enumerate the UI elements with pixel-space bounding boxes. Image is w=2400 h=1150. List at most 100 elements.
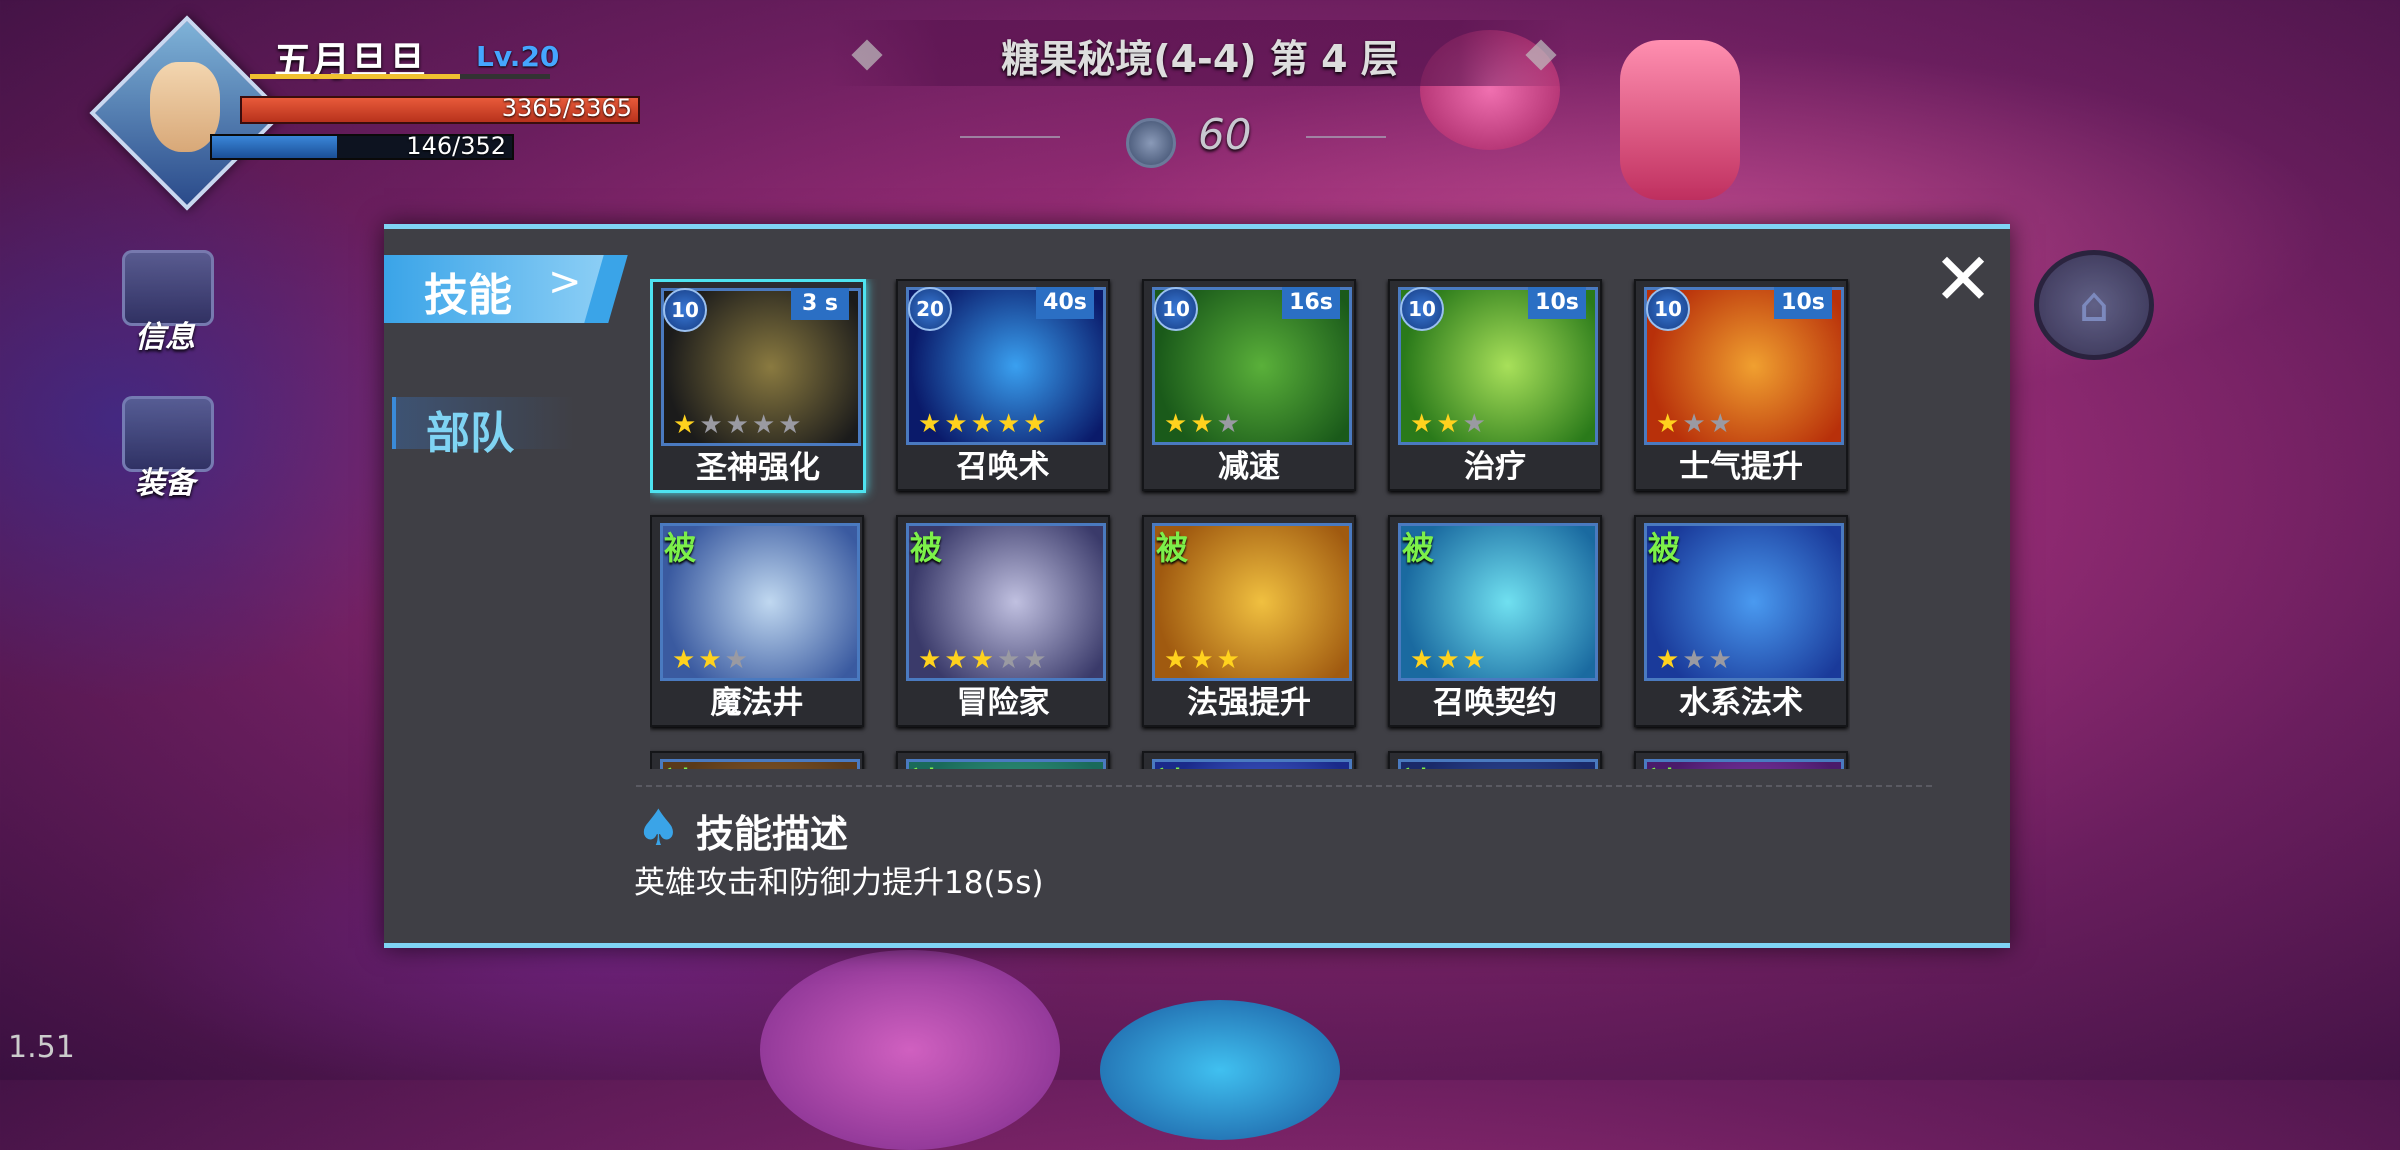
passive-badge: 被 — [1402, 759, 1434, 769]
version-label: 1.51 — [8, 1030, 75, 1065]
skill-card[interactable]: 10 3 s ★★★★★ 圣神强化 — [650, 279, 866, 493]
skill-grid: 10 3 s ★★★★★ 圣神强化 20 40s ★★★★★ 召唤术 10 16s ★★★ 减速 10 1… — [650, 279, 1850, 769]
star-icon: ★ — [1462, 645, 1489, 675]
star-icon: ★ — [672, 645, 699, 675]
chevron-right-icon: > — [548, 259, 582, 305]
xp-bar — [250, 74, 550, 79]
passive-badge: 被 — [1156, 529, 1189, 567]
candy-decoration — [1620, 40, 1740, 200]
skill-name: 水系法术 — [1679, 685, 1803, 721]
star-icon: ★ — [996, 645, 1024, 675]
spade-icon: ♠ — [636, 799, 681, 857]
skill-cooldown: 16s — [1282, 287, 1340, 319]
skill-level-badge: 10 — [663, 288, 707, 332]
mp-value: 146/352 — [406, 132, 506, 160]
star-icon: ★ — [699, 410, 726, 440]
star-icon: ★ — [970, 645, 997, 675]
skill-card[interactable]: 被 — [1388, 751, 1602, 769]
candy-decoration — [1100, 1000, 1340, 1140]
skill-card[interactable]: 被 ★★★ 水系法术 — [1634, 515, 1848, 727]
skill-cooldown: 40s — [1036, 287, 1094, 319]
star-icon: ★ — [944, 645, 971, 675]
skill-name: 减速 — [1218, 449, 1280, 485]
star-icon: ★ — [1682, 645, 1709, 675]
skill-card[interactable]: 被 ★★★ 召唤契约 — [1388, 515, 1602, 727]
star-icon: ★ — [1164, 645, 1191, 675]
skill-card[interactable]: 被 — [1634, 751, 1848, 769]
skill-name: 治疗 — [1464, 449, 1526, 485]
hp-value: 3365/3365 — [501, 94, 632, 122]
divider-line — [636, 785, 1932, 787]
star-icon: ★ — [1656, 409, 1683, 439]
skill-card[interactable]: 20 40s ★★★★★ 召唤术 — [896, 279, 1110, 491]
star-icon: ★ — [1436, 645, 1463, 675]
star-icon: ★ — [970, 409, 997, 439]
star-icon: ★ — [725, 410, 752, 440]
skill-level-badge: 10 — [1400, 287, 1444, 331]
player-level: Lv.20 — [476, 40, 560, 73]
skill-level-badge: 20 — [908, 287, 952, 331]
star-icon: ★ — [1462, 409, 1489, 439]
skill-card[interactable]: 被 ★★★ 法强提升 — [1142, 515, 1356, 727]
skill-name: 法强提升 — [1187, 685, 1311, 721]
star-icon: ★ — [1216, 409, 1243, 439]
passive-badge: 被 — [910, 529, 943, 567]
star-icon: ★ — [1436, 409, 1463, 439]
gem-currency-icon — [1126, 118, 1176, 168]
skill-name: 冒险家 — [956, 685, 1050, 721]
skill-cooldown: 10s — [1528, 287, 1586, 319]
skill-card[interactable]: 被 ★★★ 魔法井 — [650, 515, 864, 727]
star-rating: ★★★ — [1410, 409, 1489, 439]
star-icon: ★ — [944, 409, 971, 439]
skill-dialog: 技能 > 部队 ✕ 10 3 s ★★★★★ 圣神强化 20 40s ★★★★★ 召唤术 10 1… — [384, 224, 2010, 948]
star-icon: ★ — [1216, 645, 1243, 675]
tab-skill-label[interactable]: 技能 — [424, 259, 512, 323]
star-rating: ★★★★★ — [918, 645, 1050, 675]
currency-value: 60 — [1198, 110, 1252, 159]
star-rating: ★★★ — [1164, 409, 1243, 439]
exit-door-button[interactable]: ⌂ — [2034, 250, 2154, 360]
skill-card[interactable]: 被 — [650, 751, 864, 769]
star-icon: ★ — [673, 410, 700, 440]
star-icon: ★ — [724, 645, 751, 675]
star-icon: ★ — [1410, 645, 1437, 675]
info-label: 信息 — [135, 320, 195, 355]
skill-card[interactable]: 被 ★★★★★ 冒险家 — [896, 515, 1110, 727]
star-icon: ★ — [1656, 645, 1683, 675]
equipment-label: 装备 — [135, 466, 195, 501]
description-title: 技能描述 — [696, 812, 849, 856]
star-icon: ★ — [1708, 645, 1735, 675]
star-icon: ★ — [996, 409, 1024, 439]
star-icon: ★ — [778, 410, 805, 440]
star-icon: ★ — [1190, 409, 1217, 439]
star-rating: ★★★ — [1164, 645, 1243, 675]
star-rating: ★★★ — [1656, 409, 1735, 439]
star-icon: ★ — [1164, 409, 1191, 439]
skill-card[interactable]: 被 — [1142, 751, 1356, 769]
star-icon: ★ — [1023, 645, 1050, 675]
skill-card[interactable]: 10 16s ★★★ 减速 — [1142, 279, 1356, 491]
skill-name: 圣神强化 — [696, 450, 820, 486]
skill-name: 士气提升 — [1679, 449, 1803, 485]
star-icon: ★ — [1410, 409, 1437, 439]
passive-badge: 被 — [664, 759, 696, 769]
star-icon: ★ — [1682, 409, 1709, 439]
skill-card[interactable]: 10 10s ★★★ 士气提升 — [1634, 279, 1848, 491]
divider-line — [960, 136, 1060, 138]
info-button[interactable]: 信息 — [100, 250, 230, 360]
star-rating: ★★★ — [1410, 645, 1489, 675]
skill-name: 魔法井 — [710, 685, 804, 721]
equipment-button[interactable]: 装备 — [100, 396, 230, 506]
skill-card[interactable]: 被 — [896, 751, 1110, 769]
passive-badge: 被 — [1648, 759, 1680, 769]
passive-badge: 被 — [1402, 529, 1435, 567]
star-icon: ★ — [698, 645, 725, 675]
star-icon: ★ — [918, 645, 945, 675]
close-icon[interactable]: ✕ — [1928, 243, 1998, 317]
candy-decoration — [760, 950, 1060, 1150]
skill-card[interactable]: 10 10s ★★★ 治疗 — [1388, 279, 1602, 491]
skill-name: 召唤契约 — [1433, 685, 1557, 721]
tab-troop-label[interactable]: 部队 — [426, 397, 514, 461]
star-icon: ★ — [1708, 409, 1735, 439]
skill-level-badge: 10 — [1154, 287, 1198, 331]
